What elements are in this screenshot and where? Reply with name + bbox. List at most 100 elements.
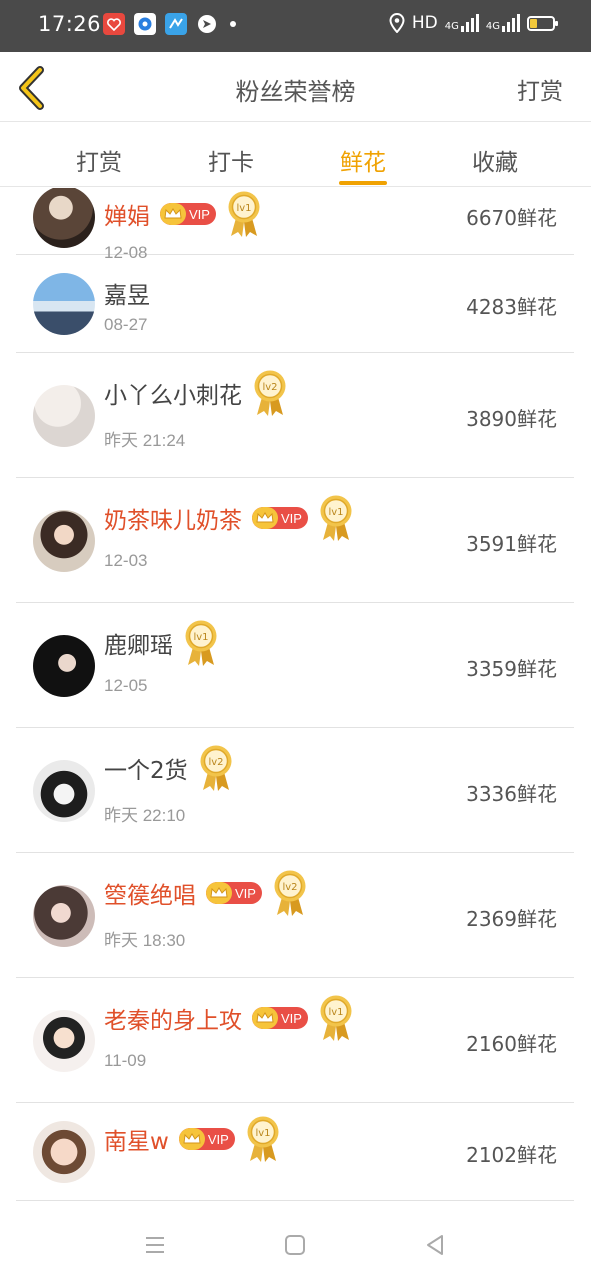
crown-icon [252,507,278,529]
location-icon [389,13,405,33]
level-medal-icon: lv1 [245,1115,281,1163]
svg-text:lv1: lv1 [255,1128,270,1139]
svg-text:lv1: lv1 [328,507,343,518]
avatar[interactable] [33,759,95,822]
user-name[interactable]: 鹿卿瑶 [104,626,173,660]
list-item[interactable]: 箜篌绝唱 VIP lv2 昨天 18:30 2369鲜花 [16,853,574,978]
name-line: 一个2货 lv2 [104,744,234,792]
signal-bars-icon [502,14,520,32]
svg-text:lv2: lv2 [208,757,223,768]
flower-count: 2160鲜花 [466,1031,557,1056]
date-label: 昨天 22:10 [104,806,186,825]
avatar[interactable] [33,188,95,248]
user-name[interactable]: 一个2货 [104,751,188,785]
list-item[interactable]: 一个2货 lv2 昨天 22:10 3336鲜花 [16,728,574,853]
avatar[interactable] [33,1121,95,1183]
name-line: 箜篌绝唱 VIP lv2 [104,869,308,917]
menu-icon[interactable] [140,1230,170,1260]
tab-reward[interactable]: 打赏 [33,123,165,186]
list-item[interactable]: 老秦的身上攻 VIP lv1 11-09 2160鲜花 [16,978,574,1103]
date-label: 昨天 18:30 [104,931,186,950]
svg-text:lv2: lv2 [282,882,297,893]
system-nav-bar [0,1208,591,1280]
flower-count: 2102鲜花 [466,1143,557,1167]
user-name[interactable]: 箜篌绝唱 [104,876,196,910]
status-time: 17:26 [38,12,102,36]
tab-checkin[interactable]: 打卡 [165,123,297,186]
vip-label: VIP [281,510,302,526]
level-medal-icon: lv2 [198,744,234,792]
avatar[interactable] [33,273,95,335]
list-item[interactable]: 南星w VIP lv1 2102鲜花 [16,1103,574,1201]
list-item[interactable]: 奶茶味儿奶茶 VIP lv1 12-03 3591鲜花 [16,478,574,603]
user-name[interactable]: 奶茶味儿奶茶 [104,501,242,535]
battery-icon [527,15,558,31]
status-app-icons [103,13,236,35]
signal-1: 4G [445,14,479,32]
heart-app-icon [103,13,125,35]
flower-count: 6670鲜花 [466,205,557,230]
user-name[interactable]: 小丫么小刺花 [104,376,242,410]
avatar[interactable] [33,384,95,447]
date-label: 12-03 [104,551,148,570]
fan-ranking-list[interactable]: 婵娟 VIP lv1 12-08 6670鲜花 嘉昱 08-27 4283鲜花 小丫么小刺花 lv… [16,188,574,1208]
flower-count: 2369鲜花 [466,906,557,931]
hd-indicator: HD [411,13,438,33]
vip-badge: VIP [252,1007,308,1029]
name-line: 鹿卿瑶 lv1 [104,619,219,667]
flower-count: 3336鲜花 [466,781,557,806]
vip-badge: VIP [252,507,308,529]
name-line: 老秦的身上攻 VIP lv1 [104,994,354,1042]
flower-count: 4283鲜花 [466,295,557,319]
name-line: 婵娟 VIP lv1 [104,190,262,238]
level-medal-icon: lv1 [183,619,219,667]
list-item[interactable]: 鹿卿瑶 lv1 12-05 3359鲜花 [16,603,574,728]
reward-button[interactable]: 打赏 [517,72,563,106]
vip-badge: VIP [178,1128,235,1150]
vip-badge: VIP [206,882,262,904]
network-type-label: 4G [444,21,459,32]
tab-flowers[interactable]: 鲜花 [297,123,429,186]
date-label: 08-27 [104,315,148,334]
svg-text:lv1: lv1 [236,203,251,214]
user-name[interactable]: 嘉昱 [104,276,150,310]
network-type-label: 4G [485,21,500,32]
svg-text:lv1: lv1 [328,1007,343,1018]
vip-badge: VIP [160,203,216,225]
date-label: 11-09 [104,1051,147,1070]
name-line: 南星w VIP lv1 [104,1115,281,1163]
date-label: 12-05 [104,676,148,695]
level-medal-icon: lv2 [272,869,308,917]
status-right: HD 4G 4G [389,13,558,33]
user-name[interactable]: 老秦的身上攻 [104,1001,242,1035]
svg-text:lv1: lv1 [193,632,208,643]
list-item[interactable]: 婵娟 VIP lv1 12-08 6670鲜花 [16,188,574,262]
tab-bar: 打赏 打卡 鲜花 收藏 [0,123,591,187]
tab-favorites[interactable]: 收藏 [429,123,561,186]
list-item[interactable]: 小丫么小刺花 lv2 昨天 21:24 3890鲜花 [16,353,574,478]
name-line: 嘉昱 [104,276,150,310]
avatar[interactable] [33,634,95,697]
svg-text:lv2: lv2 [262,382,277,393]
crown-icon [160,203,186,225]
avatar[interactable] [33,884,95,947]
notification-dot [230,21,236,27]
avatar[interactable] [33,509,95,572]
flower-count: 3890鲜花 [466,406,557,431]
home-square-icon[interactable] [280,1230,310,1260]
user-name[interactable]: 南星w [104,1122,169,1156]
level-medal-icon: lv1 [318,494,354,542]
avatar[interactable] [33,1009,95,1072]
level-medal-icon: lv2 [252,369,288,417]
signal-bars-icon [460,14,479,32]
map-app-icon [165,13,187,35]
name-line: 奶茶味儿奶茶 VIP lv1 [104,494,354,542]
list-item[interactable]: 嘉昱 08-27 4283鲜花 [16,255,574,353]
compass-app-icon [196,13,218,35]
date-label: 昨天 21:24 [104,431,186,450]
vip-label: VIP [281,1010,302,1026]
flower-count: 3359鲜花 [466,656,557,681]
name-line: 小丫么小刺花 lv2 [104,369,288,417]
back-triangle-icon[interactable] [420,1230,450,1260]
user-name[interactable]: 婵娟 [104,197,150,231]
